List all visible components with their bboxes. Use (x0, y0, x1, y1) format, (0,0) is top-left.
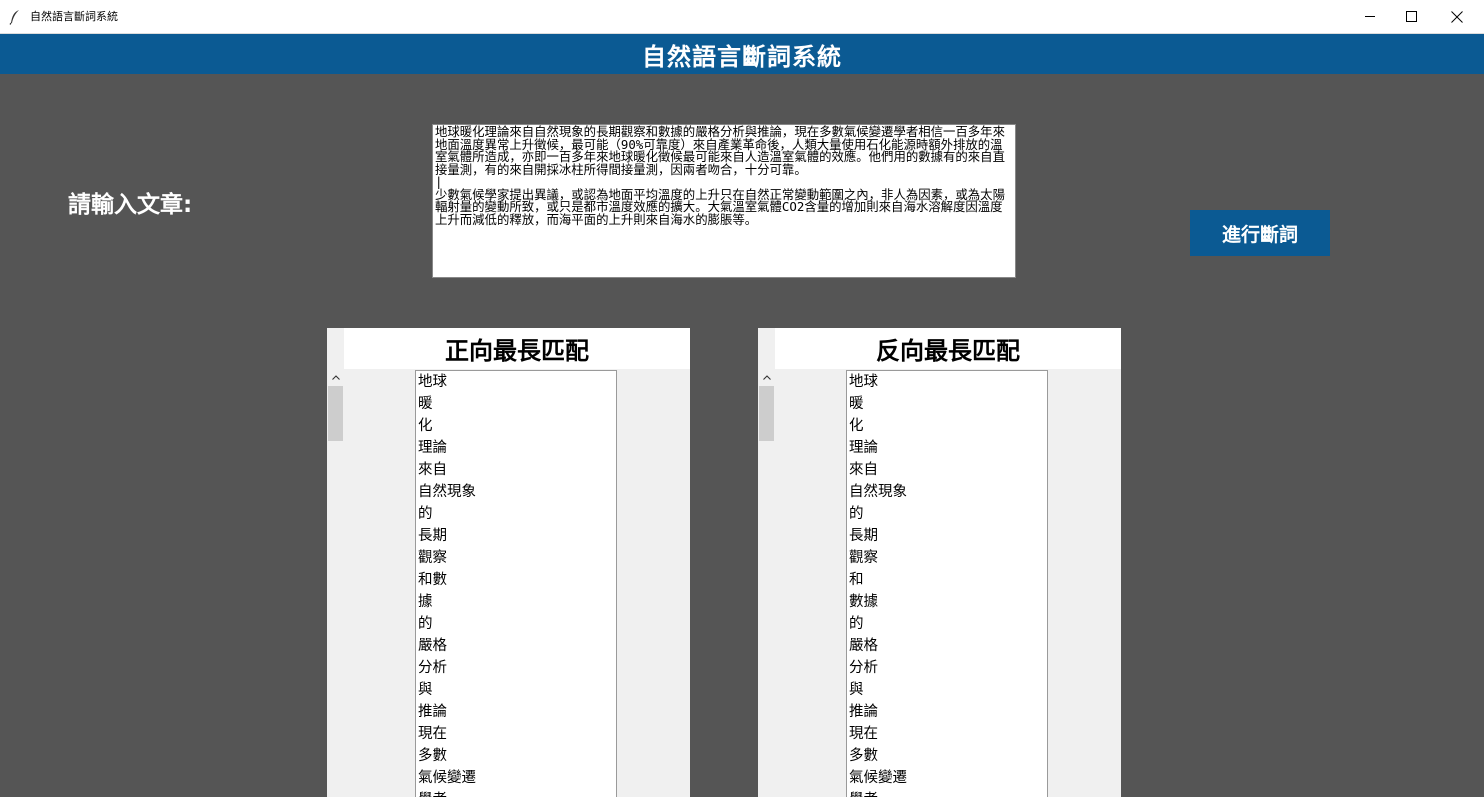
maximize-button[interactable] (1388, 0, 1434, 33)
list-item[interactable]: 化 (418, 415, 616, 437)
list-item[interactable]: 來自 (849, 459, 1047, 481)
forward-scrollbar[interactable] (327, 369, 344, 797)
maximize-icon (1405, 11, 1417, 22)
backward-scrollbar[interactable] (758, 369, 775, 797)
list-item[interactable]: 地球 (849, 371, 1047, 393)
list-item[interactable]: 多數 (418, 745, 616, 767)
list-item[interactable]: 分析 (418, 657, 616, 679)
list-item[interactable]: 氣候變遷 (418, 767, 616, 789)
app-window: 自然語言斷詞系統 自然語言斷詞系統 請輸入文章: 地球暖化理論來自自然現象的長期… (0, 0, 1484, 797)
list-item[interactable]: 來自 (418, 459, 616, 481)
list-item[interactable]: 現在 (418, 723, 616, 745)
list-item[interactable]: 嚴格 (418, 635, 616, 657)
list-item[interactable]: 理論 (418, 437, 616, 459)
list-item[interactable]: 學者 (849, 789, 1047, 797)
close-button[interactable] (1434, 0, 1480, 33)
list-item[interactable]: 理論 (849, 437, 1047, 459)
feather-icon (8, 9, 22, 25)
list-item[interactable]: 暖 (418, 393, 616, 415)
page-title: 自然語言斷詞系統 (642, 42, 842, 71)
list-item[interactable]: 與 (849, 679, 1047, 701)
minimize-icon (1364, 11, 1376, 22)
list-item[interactable]: 的 (849, 613, 1047, 635)
chevron-up-icon[interactable] (758, 369, 775, 385)
list-item[interactable]: 據 (418, 591, 616, 613)
backward-match-title: 反向最長匹配 (775, 328, 1121, 369)
list-item[interactable]: 自然現象 (849, 481, 1047, 503)
list-item[interactable]: 多數 (849, 745, 1047, 767)
list-item[interactable]: 暖 (849, 393, 1047, 415)
window-title: 自然語言斷詞系統 (30, 10, 118, 23)
article-paragraph-1: 地球暖化理論來自自然現象的長期觀察和數據的嚴格分析與推論，現在多數氣候變遷學者相… (435, 124, 1005, 177)
list-item[interactable]: 長期 (849, 525, 1047, 547)
list-item[interactable]: 嚴格 (849, 635, 1047, 657)
list-item[interactable]: 推論 (418, 701, 616, 723)
list-item[interactable]: 分析 (849, 657, 1047, 679)
segment-button[interactable]: 進行斷詞 (1190, 210, 1330, 256)
list-item[interactable]: 觀察 (418, 547, 616, 569)
close-icon (1451, 10, 1463, 23)
list-item[interactable]: 學者 (418, 789, 616, 797)
list-item[interactable]: 地球 (418, 371, 616, 393)
list-item[interactable]: 數據 (849, 591, 1047, 613)
forward-match-title: 正向最長匹配 (344, 328, 690, 369)
backward-word-list[interactable]: 地球暖化理論來自自然現象的長期觀察和數據的嚴格分析與推論現在多數氣候變遷學者 (846, 370, 1048, 797)
forward-match-panel: 正向最長匹配 地球暖化理論 來自 自然現象的長期 觀察 和數據的嚴格 分析與推論 現在 多數氣… (327, 328, 690, 797)
article-paragraph-2: 少數氣候學家提出異議，或認為地面平均溫度的上升只在自然正常變動範圍之內，非人為因… (435, 186, 1005, 227)
list-item[interactable]: 的 (418, 503, 616, 525)
title-bar: 自然語言斷詞系統 (0, 0, 1484, 34)
backward-match-panel: 反向最長匹配 地球暖化理論 來自 自然現象的長期 觀察和數據的嚴格 分析與推論 現在 多數氣… (758, 328, 1121, 797)
header-banner: 自然語言斷詞系統 (0, 34, 1484, 74)
backward-scroll-thumb[interactable] (759, 386, 774, 441)
list-item[interactable]: 氣候變遷 (849, 767, 1047, 789)
list-item[interactable]: 推論 (849, 701, 1047, 723)
article-textarea[interactable]: 地球暖化理論來自自然現象的長期觀察和數據的嚴格分析與推論，現在多數氣候變遷學者相… (432, 124, 1016, 278)
list-item[interactable]: 的 (418, 613, 616, 635)
minimize-button[interactable] (1347, 0, 1393, 33)
list-item[interactable]: 化 (849, 415, 1047, 437)
list-item[interactable]: 和 (849, 569, 1047, 591)
list-item[interactable]: 與 (418, 679, 616, 701)
list-item[interactable]: 現在 (849, 723, 1047, 745)
list-item[interactable]: 自然現象 (418, 481, 616, 503)
list-item[interactable]: 觀察 (849, 547, 1047, 569)
list-item[interactable]: 和數 (418, 569, 616, 591)
chevron-up-icon[interactable] (327, 369, 344, 385)
forward-word-list[interactable]: 地球暖化理論來自自然現象的長期觀察和數據的嚴格分析與推論現在多數氣候變遷學者 (415, 370, 617, 797)
forward-scroll-thumb[interactable] (328, 386, 343, 441)
list-item[interactable]: 的 (849, 503, 1047, 525)
article-input-label: 請輸入文章: (68, 192, 193, 218)
list-item[interactable]: 長期 (418, 525, 616, 547)
